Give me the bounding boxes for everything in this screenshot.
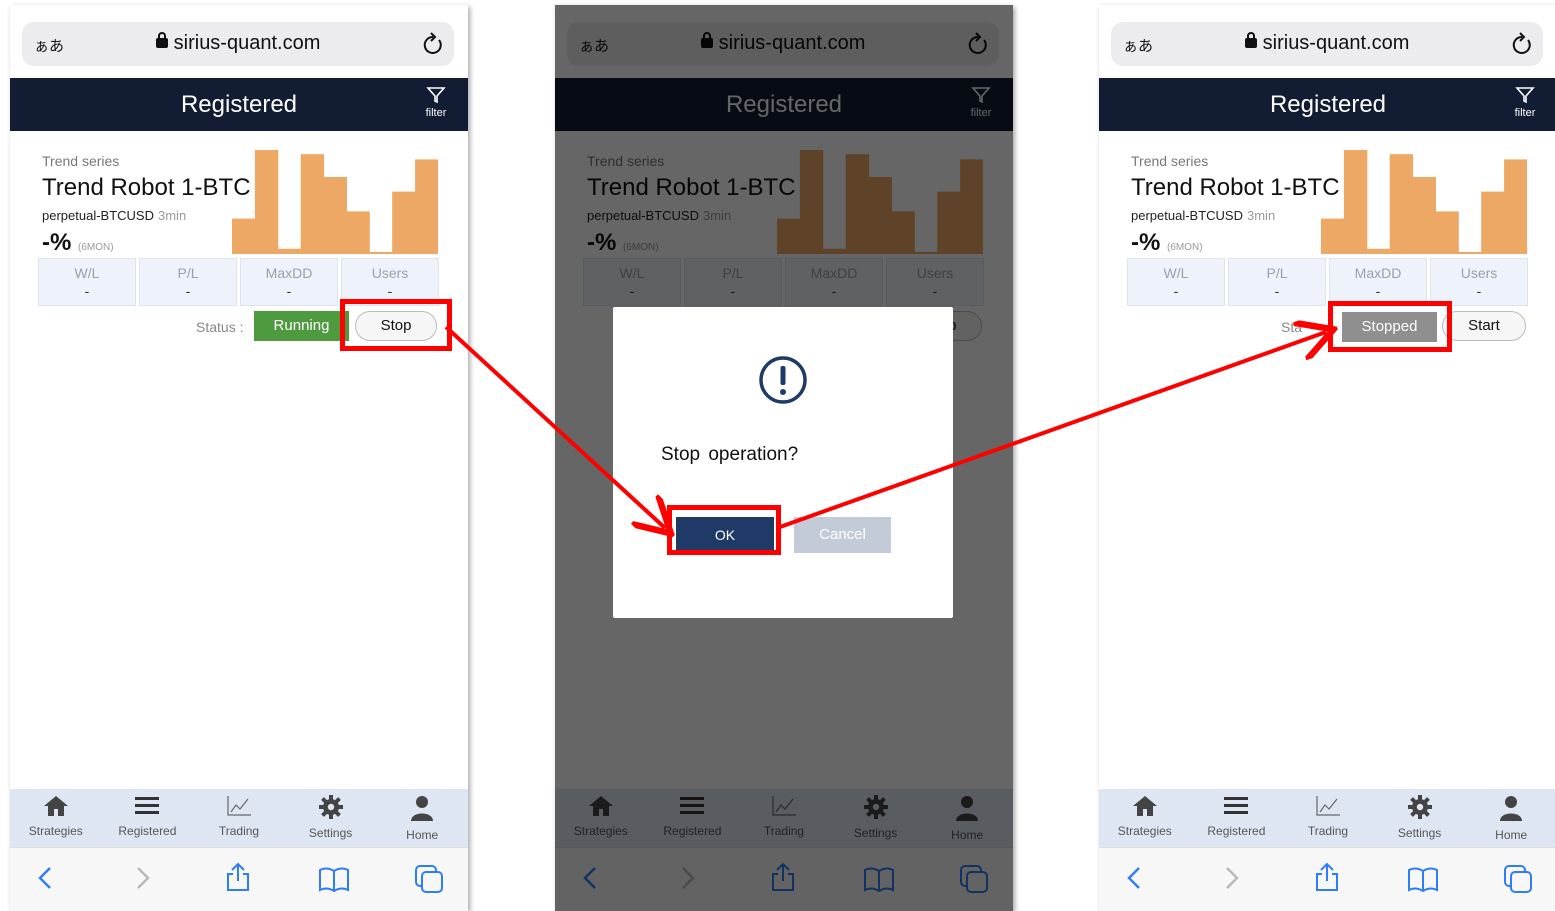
highlight-ok-button (667, 505, 781, 555)
highlight-stopped-status (1328, 301, 1452, 352)
highlight-stop-button (340, 299, 452, 351)
annotation-arrows (444, 0, 1555, 911)
arrow-stop-to-ok (444, 325, 665, 528)
arrow-ok-to-stopped (779, 332, 1326, 529)
